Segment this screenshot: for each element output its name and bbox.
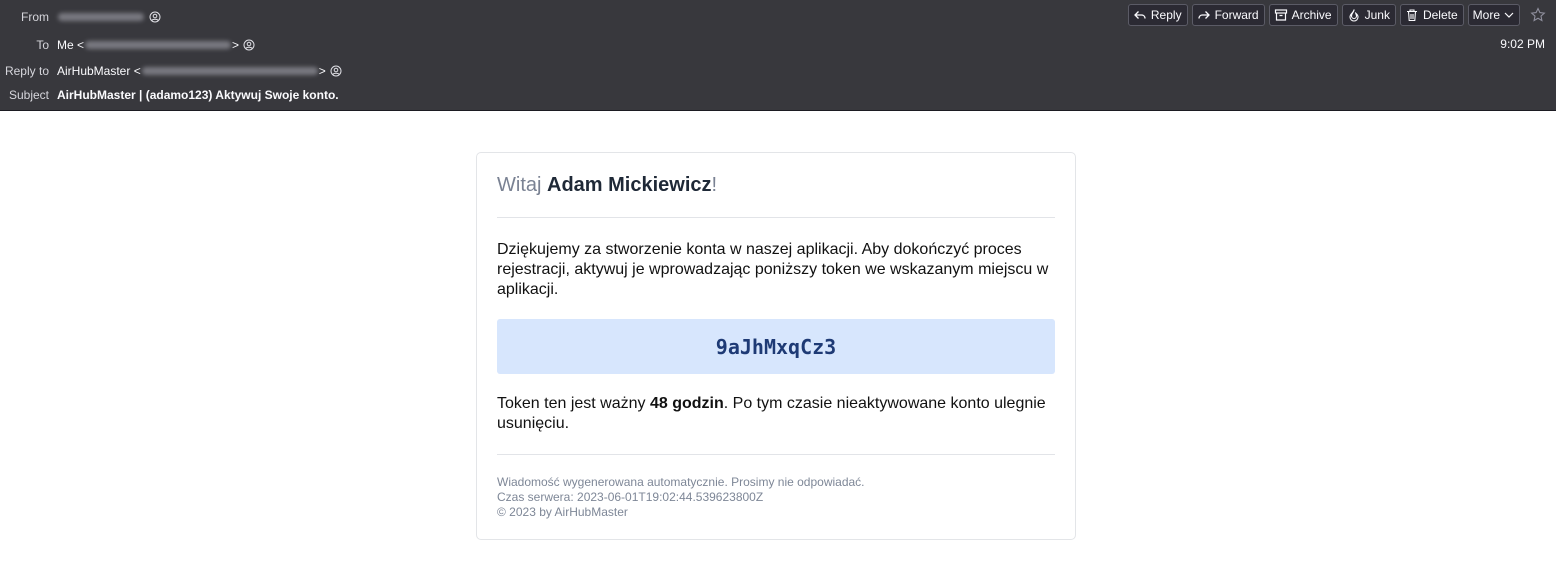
- from-label: From: [21, 10, 49, 24]
- more-label: More: [1472, 8, 1500, 22]
- to-label: To: [36, 38, 49, 52]
- greeting-suffix: !: [711, 174, 718, 196]
- more-button[interactable]: More: [1467, 4, 1520, 26]
- archive-icon: [1274, 9, 1287, 21]
- replyto-row: Reply to AirHubMaster < >: [0, 62, 342, 80]
- footer-copyright: © 2023 by AirHubMaster: [497, 505, 628, 519]
- divider: [497, 217, 1055, 218]
- redacted-email: [85, 41, 232, 49]
- reply-label: Reply: [1150, 8, 1182, 22]
- delete-button[interactable]: Delete: [1399, 4, 1464, 26]
- validity-text-before: Token ten jest ważny: [497, 395, 650, 412]
- chevron-down-icon: [1504, 12, 1514, 18]
- email-card: Witaj Adam Mickiewicz! Dziękujemy za stw…: [476, 152, 1076, 540]
- footer-server-time: Czas serwera: 2023-06-01T19:02:44.539623…: [497, 490, 764, 504]
- validity-duration: 48 godzin: [649, 395, 724, 412]
- subject-row: Subject AirHubMaster | (adamo123) Aktywu…: [0, 86, 339, 104]
- from-row: From: [0, 8, 161, 26]
- intro-paragraph: Dziękujemy za stworzenie konta w naszej …: [497, 241, 1049, 298]
- reply-button[interactable]: Reply: [1127, 4, 1188, 26]
- subject-label: Subject: [8, 88, 49, 102]
- to-row: To Me < >: [0, 36, 255, 54]
- forward-icon: [1197, 11, 1210, 19]
- redacted-email: [58, 13, 144, 21]
- message-time: 9:02 PM: [1500, 37, 1545, 51]
- reply-icon: [1133, 11, 1146, 19]
- delete-label: Delete: [1422, 8, 1458, 22]
- junk-button[interactable]: Junk: [1341, 4, 1396, 26]
- to-name: Me <: [57, 38, 85, 52]
- subject-text: AirHubMaster | (adamo123) Aktywuj Swoje …: [57, 88, 339, 102]
- replyto-name: AirHubMaster <: [57, 64, 141, 78]
- activation-token[interactable]: 9aJhMxqCz3: [716, 335, 836, 359]
- archive-label: Archive: [1291, 8, 1332, 22]
- footer-autogen-note: Wiadomość wygenerowana automatycznie. Pr…: [497, 475, 865, 489]
- star-icon[interactable]: [1530, 7, 1546, 23]
- contact-icon[interactable]: [243, 39, 255, 51]
- email-footer: Wiadomość wygenerowana automatycznie. Pr…: [497, 475, 865, 520]
- to-suffix: >: [232, 38, 240, 52]
- greeting: Witaj Adam Mickiewicz!: [497, 174, 717, 197]
- contact-icon[interactable]: [330, 65, 342, 77]
- replyto-suffix: >: [318, 64, 326, 78]
- from-address[interactable]: [57, 11, 161, 23]
- replyto-address[interactable]: AirHubMaster < >: [57, 64, 342, 78]
- junk-flame-icon: [1349, 9, 1359, 22]
- junk-label: Junk: [1364, 8, 1390, 22]
- greeting-name: Adam Mickiewicz: [547, 174, 712, 196]
- archive-button[interactable]: Archive: [1268, 4, 1338, 26]
- token-box: 9aJhMxqCz3: [497, 319, 1055, 374]
- replyto-label: Reply to: [4, 64, 49, 78]
- greeting-prefix: Witaj: [497, 174, 547, 196]
- message-toolbar: Reply Forward Archive Junk Delete More: [1127, 4, 1520, 26]
- validity-paragraph: Token ten jest ważny 48 godzin. Po tym c…: [497, 394, 1057, 434]
- to-address[interactable]: Me < >: [57, 38, 255, 52]
- forward-button[interactable]: Forward: [1191, 4, 1265, 26]
- trash-icon: [1406, 9, 1417, 22]
- forward-label: Forward: [1214, 8, 1259, 22]
- divider: [497, 454, 1055, 455]
- message-header: From To Me < > Reply to AirHubMaster < >…: [0, 0, 1556, 111]
- redacted-email: [141, 67, 318, 75]
- contact-icon[interactable]: [149, 11, 161, 23]
